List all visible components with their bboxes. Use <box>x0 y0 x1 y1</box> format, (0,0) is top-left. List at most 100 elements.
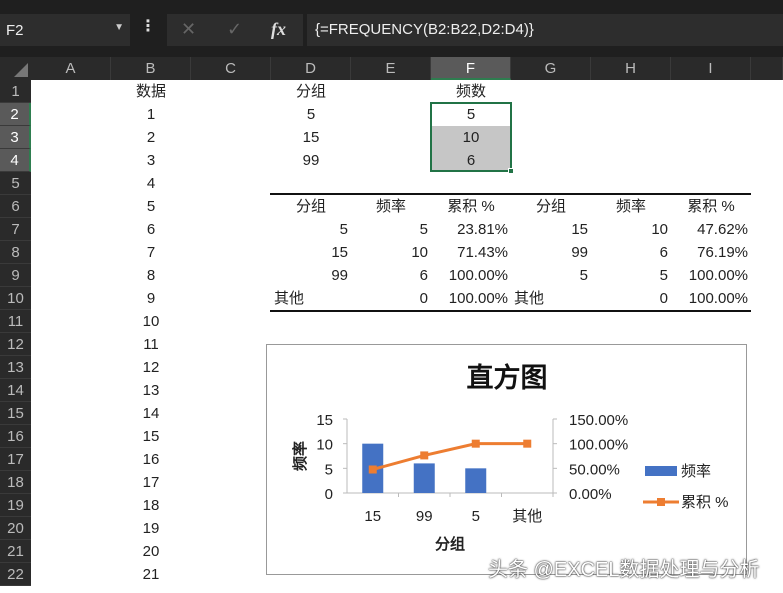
row-header-13[interactable]: 13 <box>0 356 31 379</box>
table-header-cell[interactable]: 频率 <box>591 195 671 218</box>
row-header-2[interactable]: 2 <box>0 103 31 126</box>
table-header-cell[interactable]: 累积 % <box>671 195 751 218</box>
cell-B13[interactable]: 12 <box>111 356 191 379</box>
cell-D4[interactable]: 99 <box>271 149 351 172</box>
column-header-E[interactable]: E <box>351 57 431 80</box>
row-header-20[interactable]: 20 <box>0 517 31 540</box>
row-header-19[interactable]: 19 <box>0 494 31 517</box>
cell-B16[interactable]: 15 <box>111 425 191 448</box>
table-cell[interactable]: 99 <box>271 264 351 287</box>
cell-B17[interactable]: 16 <box>111 448 191 471</box>
table-cell[interactable]: 5 <box>591 264 671 287</box>
formula-bar[interactable]: {=FREQUENCY(B2:B22,D2:D4)} <box>307 14 783 46</box>
row-header-17[interactable]: 17 <box>0 448 31 471</box>
cell-B8[interactable]: 7 <box>111 241 191 264</box>
fx-icon[interactable]: fx <box>271 19 286 40</box>
select-all-button[interactable] <box>0 57 31 80</box>
table-cell[interactable]: 47.62% <box>671 218 751 241</box>
row-header-5[interactable]: 5 <box>0 172 31 195</box>
table-cell[interactable]: 5 <box>271 218 351 241</box>
table-header-cell[interactable]: 分组 <box>511 195 591 218</box>
table-cell[interactable]: 10 <box>351 241 431 264</box>
row-header-16[interactable]: 16 <box>0 425 31 448</box>
table-cell[interactable]: 76.19% <box>671 241 751 264</box>
row-header-18[interactable]: 18 <box>0 471 31 494</box>
column-header-H[interactable]: H <box>591 57 671 80</box>
cell-B1[interactable]: 数据 <box>111 80 191 103</box>
histogram-chart[interactable]: 直方图 0 5 10 15 0.00% 50.00% 100.00% 150.00% 15 99 5 其… <box>266 344 747 575</box>
check-icon[interactable]: ✓ <box>227 19 242 40</box>
cell-B6[interactable]: 5 <box>111 195 191 218</box>
table-cell[interactable]: 15 <box>511 218 591 241</box>
row-header-8[interactable]: 8 <box>0 241 31 264</box>
chevron-down-icon[interactable]: ▼ <box>114 22 124 33</box>
table-cell[interactable]: 0 <box>351 287 431 310</box>
column-header-B[interactable]: B <box>111 57 191 80</box>
cell-B20[interactable]: 19 <box>111 517 191 540</box>
column-header-F[interactable]: F <box>431 57 511 80</box>
cell-D3[interactable]: 15 <box>271 126 351 149</box>
row-header-4[interactable]: 4 <box>0 149 31 172</box>
table-cell[interactable]: 5 <box>351 218 431 241</box>
fill-handle[interactable] <box>508 168 514 174</box>
table-cell[interactable]: 6 <box>591 241 671 264</box>
cell-B10[interactable]: 9 <box>111 287 191 310</box>
table-cell[interactable]: 0 <box>591 287 671 310</box>
table-header-cell[interactable]: 累积 % <box>431 195 511 218</box>
cell-B2[interactable]: 1 <box>111 103 191 126</box>
y-axis-title: 频率 <box>291 441 309 471</box>
cell-B18[interactable]: 17 <box>111 471 191 494</box>
table-cell[interactable]: 5 <box>511 264 591 287</box>
cell-B19[interactable]: 18 <box>111 494 191 517</box>
row-header-21[interactable]: 21 <box>0 540 31 563</box>
cell-B7[interactable]: 6 <box>111 218 191 241</box>
table-cell[interactable]: 99 <box>511 241 591 264</box>
row-header-6[interactable]: 6 <box>0 195 31 218</box>
row-header-10[interactable]: 10 <box>0 287 31 310</box>
row-header-22[interactable]: 22 <box>0 563 31 586</box>
column-header-A[interactable]: A <box>31 57 111 80</box>
more-icon[interactable]: ⋮ <box>140 16 156 36</box>
cancel-icon[interactable]: ✕ <box>181 19 196 40</box>
table-cell[interactable]: 100.00% <box>431 287 511 310</box>
row-header-7[interactable]: 7 <box>0 218 31 241</box>
table-cell[interactable]: 其他 <box>271 287 351 310</box>
table-header-cell[interactable]: 频率 <box>351 195 431 218</box>
table-cell[interactable]: 71.43% <box>431 241 511 264</box>
table-cell[interactable]: 100.00% <box>671 287 751 310</box>
name-box[interactable]: F2 ▼ <box>0 14 130 46</box>
column-header-G[interactable]: G <box>511 57 591 80</box>
cell-B12[interactable]: 11 <box>111 333 191 356</box>
column-header-I[interactable]: I <box>671 57 751 80</box>
table-cell[interactable]: 6 <box>351 264 431 287</box>
table-header-cell[interactable]: 分组 <box>271 195 351 218</box>
cell-D1[interactable]: 分组 <box>271 80 351 103</box>
table-cell[interactable]: 100.00% <box>671 264 751 287</box>
cell-F1[interactable]: 频数 <box>431 80 511 103</box>
cell-B5[interactable]: 4 <box>111 172 191 195</box>
cell-B15[interactable]: 14 <box>111 402 191 425</box>
cell-B11[interactable]: 10 <box>111 310 191 333</box>
row-header-14[interactable]: 14 <box>0 379 31 402</box>
row-header-3[interactable]: 3 <box>0 126 31 149</box>
column-header-D[interactable]: D <box>271 57 351 80</box>
column-header-C[interactable]: C <box>191 57 271 80</box>
row-header-15[interactable]: 15 <box>0 402 31 425</box>
table-cell[interactable]: 10 <box>591 218 671 241</box>
cell-B3[interactable]: 2 <box>111 126 191 149</box>
cell-D2[interactable]: 5 <box>271 103 351 126</box>
table-cell[interactable]: 100.00% <box>431 264 511 287</box>
table-cell[interactable]: 其他 <box>511 287 591 310</box>
row-header-11[interactable]: 11 <box>0 310 31 333</box>
cell-B9[interactable]: 8 <box>111 264 191 287</box>
row-header-12[interactable]: 12 <box>0 333 31 356</box>
cell-B21[interactable]: 20 <box>111 540 191 563</box>
cell-B22[interactable]: 21 <box>111 563 191 586</box>
row-header-1[interactable]: 1 <box>0 80 31 103</box>
table-cell[interactable]: 23.81% <box>431 218 511 241</box>
cell-B14[interactable]: 13 <box>111 379 191 402</box>
table-cell[interactable]: 15 <box>271 241 351 264</box>
row-header-9[interactable]: 9 <box>0 264 31 287</box>
cell-B4[interactable]: 3 <box>111 149 191 172</box>
column-header-next[interactable] <box>751 57 783 80</box>
